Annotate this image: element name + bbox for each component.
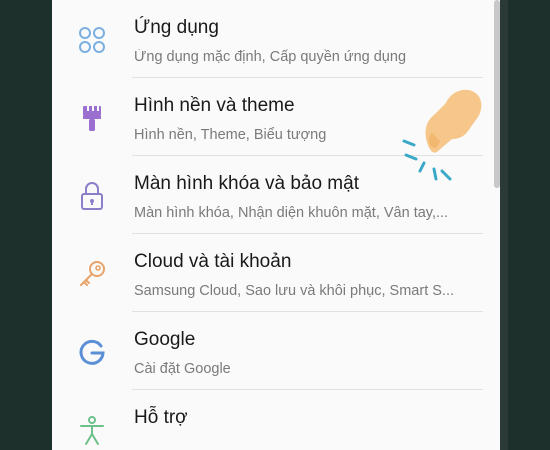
settings-item-subtitle: Samsung Cloud, Sao lưu và khôi phục, Sma… — [134, 283, 455, 299]
key-icon — [76, 258, 108, 290]
paintbrush-icon — [76, 102, 108, 134]
settings-item-apps[interactable]: Ứng dụng Ứng dụng mặc định, Cấp quyền ứn… — [52, 0, 500, 78]
settings-item-subtitle: Màn hình khóa, Nhận diện khuôn mặt, Vân … — [134, 205, 449, 221]
accessibility-icon — [76, 414, 108, 446]
lock-icon — [76, 180, 108, 212]
device-edge — [500, 0, 508, 450]
settings-item-accessibility[interactable]: Hỗ trợ — [52, 390, 500, 450]
settings-item-title: Màn hình khóa và bảo mật — [134, 173, 359, 194]
settings-item-title: Google — [134, 329, 196, 350]
settings-item-title: Hỗ trợ — [134, 407, 188, 428]
google-icon — [76, 336, 108, 368]
settings-item-cloud-accounts[interactable]: Cloud và tài khoản Samsung Cloud, Sao lư… — [52, 234, 500, 312]
apps-grid-icon — [76, 24, 108, 56]
settings-item-subtitle: Cài đặt Google — [134, 361, 231, 377]
settings-item-subtitle: Ứng dụng mặc định, Cấp quyền ứng dụng — [134, 49, 407, 65]
settings-item-google[interactable]: Google Cài đặt Google — [52, 312, 500, 390]
pointing-hand-icon — [402, 75, 492, 195]
settings-item-title: Ứng dụng — [134, 17, 219, 38]
settings-item-title: Cloud và tài khoản — [134, 251, 292, 272]
settings-list: Ứng dụng Ứng dụng mặc định, Cấp quyền ứn… — [52, 0, 500, 450]
screen: Ứng dụng Ứng dụng mặc định, Cấp quyền ứn… — [0, 0, 550, 450]
settings-item-title: Hình nền và theme — [134, 95, 295, 116]
